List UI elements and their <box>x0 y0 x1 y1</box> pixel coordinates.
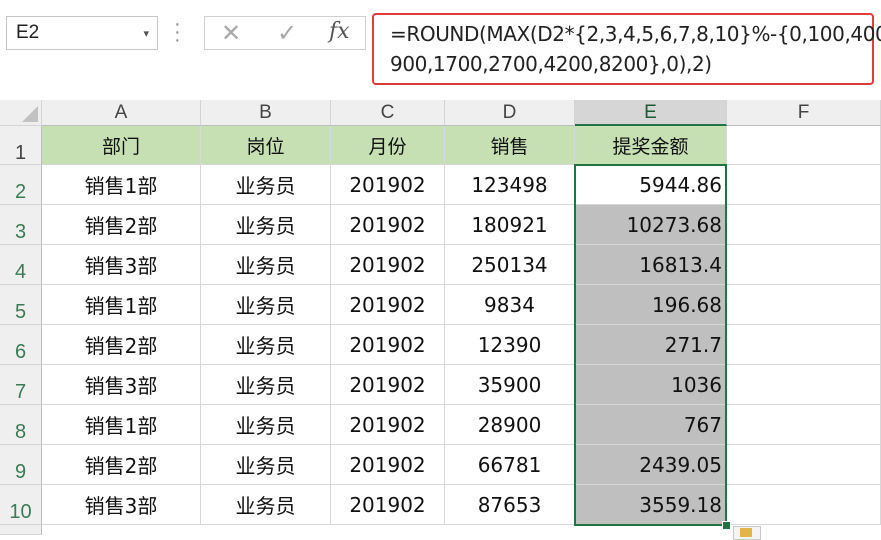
cell-e6[interactable]: 271.7 <box>575 325 727 365</box>
row-header-6[interactable]: 6 <box>0 325 42 365</box>
cell-b7[interactable]: 业务员 <box>201 365 331 405</box>
cell-b5[interactable]: 业务员 <box>201 285 331 325</box>
row-header-4[interactable]: 4 <box>0 245 42 285</box>
header-cell-a[interactable]: 部门 <box>42 126 201 165</box>
cell-d4[interactable]: 250134 <box>445 245 575 285</box>
cell-d7[interactable]: 35900 <box>445 365 575 405</box>
column-header-b[interactable]: B <box>201 100 331 126</box>
column-header-f[interactable]: F <box>727 100 881 126</box>
header-cell-d[interactable]: 销售 <box>445 126 575 165</box>
header-cell-b[interactable]: 岗位 <box>201 126 331 165</box>
cell-c10[interactable]: 201902 <box>331 485 445 525</box>
cell-c7[interactable]: 201902 <box>331 365 445 405</box>
cell-d3[interactable]: 180921 <box>445 205 575 245</box>
column-header-c[interactable]: C <box>331 100 445 126</box>
header-cell-e[interactable]: 提奖金额 <box>575 126 727 165</box>
formula-buttons: ✕ ✓ fx <box>204 16 366 50</box>
name-box-value: E2 <box>16 22 40 43</box>
cell-c8[interactable]: 201902 <box>331 405 445 445</box>
fill-handle[interactable] <box>722 521 731 530</box>
cell-c4[interactable]: 201902 <box>331 245 445 285</box>
quick-analysis-glyph <box>740 528 752 537</box>
cell-d6[interactable]: 12390 <box>445 325 575 365</box>
cell-a8[interactable]: 销售1部 <box>42 405 201 445</box>
cell-b10[interactable]: 业务员 <box>201 485 331 525</box>
cell-e9[interactable]: 2439.05 <box>575 445 727 485</box>
cell-b6[interactable]: 业务员 <box>201 325 331 365</box>
cell-d5[interactable]: 9834 <box>445 285 575 325</box>
name-box[interactable]: E2 ▾ <box>6 16 158 50</box>
cell-b2[interactable]: 业务员 <box>201 165 331 205</box>
cell-c9[interactable]: 201902 <box>331 445 445 485</box>
cell-e7[interactable]: 1036 <box>575 365 727 405</box>
cell-a7[interactable]: 销售3部 <box>42 365 201 405</box>
select-all-button[interactable] <box>0 100 42 126</box>
row-header-3[interactable]: 3 <box>0 205 42 245</box>
cell-c6[interactable]: 201902 <box>331 325 445 365</box>
formula-bar: E2 ▾ · · · ✕ ✓ fx =ROUND(MAX(D2*{2,3,4,5,6… <box>0 0 881 96</box>
row-header-8[interactable]: 8 <box>0 405 42 445</box>
column-header-e[interactable]: E <box>575 100 727 126</box>
cell-f6[interactable] <box>727 325 881 365</box>
cell-a4[interactable]: 销售3部 <box>42 245 201 285</box>
row-header-5[interactable]: 5 <box>0 285 42 325</box>
cell-c2[interactable]: 201902 <box>331 165 445 205</box>
enter-icon[interactable]: ✓ <box>277 19 297 48</box>
cell-e10[interactable]: 3559.18 <box>575 485 727 525</box>
chevron-down-icon[interactable]: ▾ <box>143 27 149 40</box>
cell-a2[interactable]: 销售1部 <box>42 165 201 205</box>
cell-d2[interactable]: 123498 <box>445 165 575 205</box>
cell-b9[interactable]: 业务员 <box>201 445 331 485</box>
cell-a5[interactable]: 销售1部 <box>42 285 201 325</box>
formula-input[interactable]: =ROUND(MAX(D2*{2,3,4,5,6,7,8,10}%-{0,100… <box>372 13 881 85</box>
column-header-d[interactable]: D <box>445 100 575 126</box>
cell-b8[interactable]: 业务员 <box>201 405 331 445</box>
cell-a9[interactable]: 销售2部 <box>42 445 201 485</box>
row-header-11[interactable] <box>0 525 42 535</box>
cell-f8[interactable] <box>727 405 881 445</box>
cell-e8[interactable]: 767 <box>575 405 727 445</box>
cell-f7[interactable] <box>727 365 881 405</box>
cell-a3[interactable]: 销售2部 <box>42 205 201 245</box>
header-cell-c[interactable]: 月份 <box>331 126 445 165</box>
row-header-7[interactable]: 7 <box>0 365 42 405</box>
cell-f2[interactable] <box>727 165 881 205</box>
cell-f9[interactable] <box>727 445 881 485</box>
cell-e3[interactable]: 10273.68 <box>575 205 727 245</box>
row-header-2[interactable]: 2 <box>0 165 42 205</box>
more-vertical-icon[interactable]: · · · <box>174 14 181 50</box>
cell-a6[interactable]: 销售2部 <box>42 325 201 365</box>
cell-f5[interactable] <box>727 285 881 325</box>
row-header-9[interactable]: 9 <box>0 445 42 485</box>
cell-b4[interactable]: 业务员 <box>201 245 331 285</box>
cell-f3[interactable] <box>727 205 881 245</box>
cell-d10[interactable]: 87653 <box>445 485 575 525</box>
formula-text-line-2: 900,1700,2700,4200,8200},0),2) <box>390 52 712 76</box>
cell-f1[interactable] <box>727 126 881 165</box>
row-header-10[interactable]: 10 <box>0 485 42 525</box>
cell-e5[interactable]: 196.68 <box>575 285 727 325</box>
cell-c3[interactable]: 201902 <box>331 205 445 245</box>
row-header-1[interactable]: 1 <box>0 126 42 165</box>
cell-f4[interactable] <box>727 245 881 285</box>
cell-e4[interactable]: 16813.4 <box>575 245 727 285</box>
column-header-a[interactable]: A <box>42 100 201 126</box>
cell-f10[interactable] <box>727 485 881 525</box>
cell-d8[interactable]: 28900 <box>445 405 575 445</box>
formula-text-line-1: =ROUND(MAX(D2*{2,3,4,5,6,7,8,10}%-{0,100… <box>390 22 881 46</box>
quick-analysis-icon[interactable] <box>733 526 761 540</box>
insert-function-icon[interactable]: fx <box>329 19 350 44</box>
cell-c5[interactable]: 201902 <box>331 285 445 325</box>
cell-a10[interactable]: 销售3部 <box>42 485 201 525</box>
cell-d9[interactable]: 66781 <box>445 445 575 485</box>
cell-e2[interactable]: 5944.86 <box>575 165 727 205</box>
cell-b3[interactable]: 业务员 <box>201 205 331 245</box>
cancel-icon[interactable]: ✕ <box>221 19 241 48</box>
